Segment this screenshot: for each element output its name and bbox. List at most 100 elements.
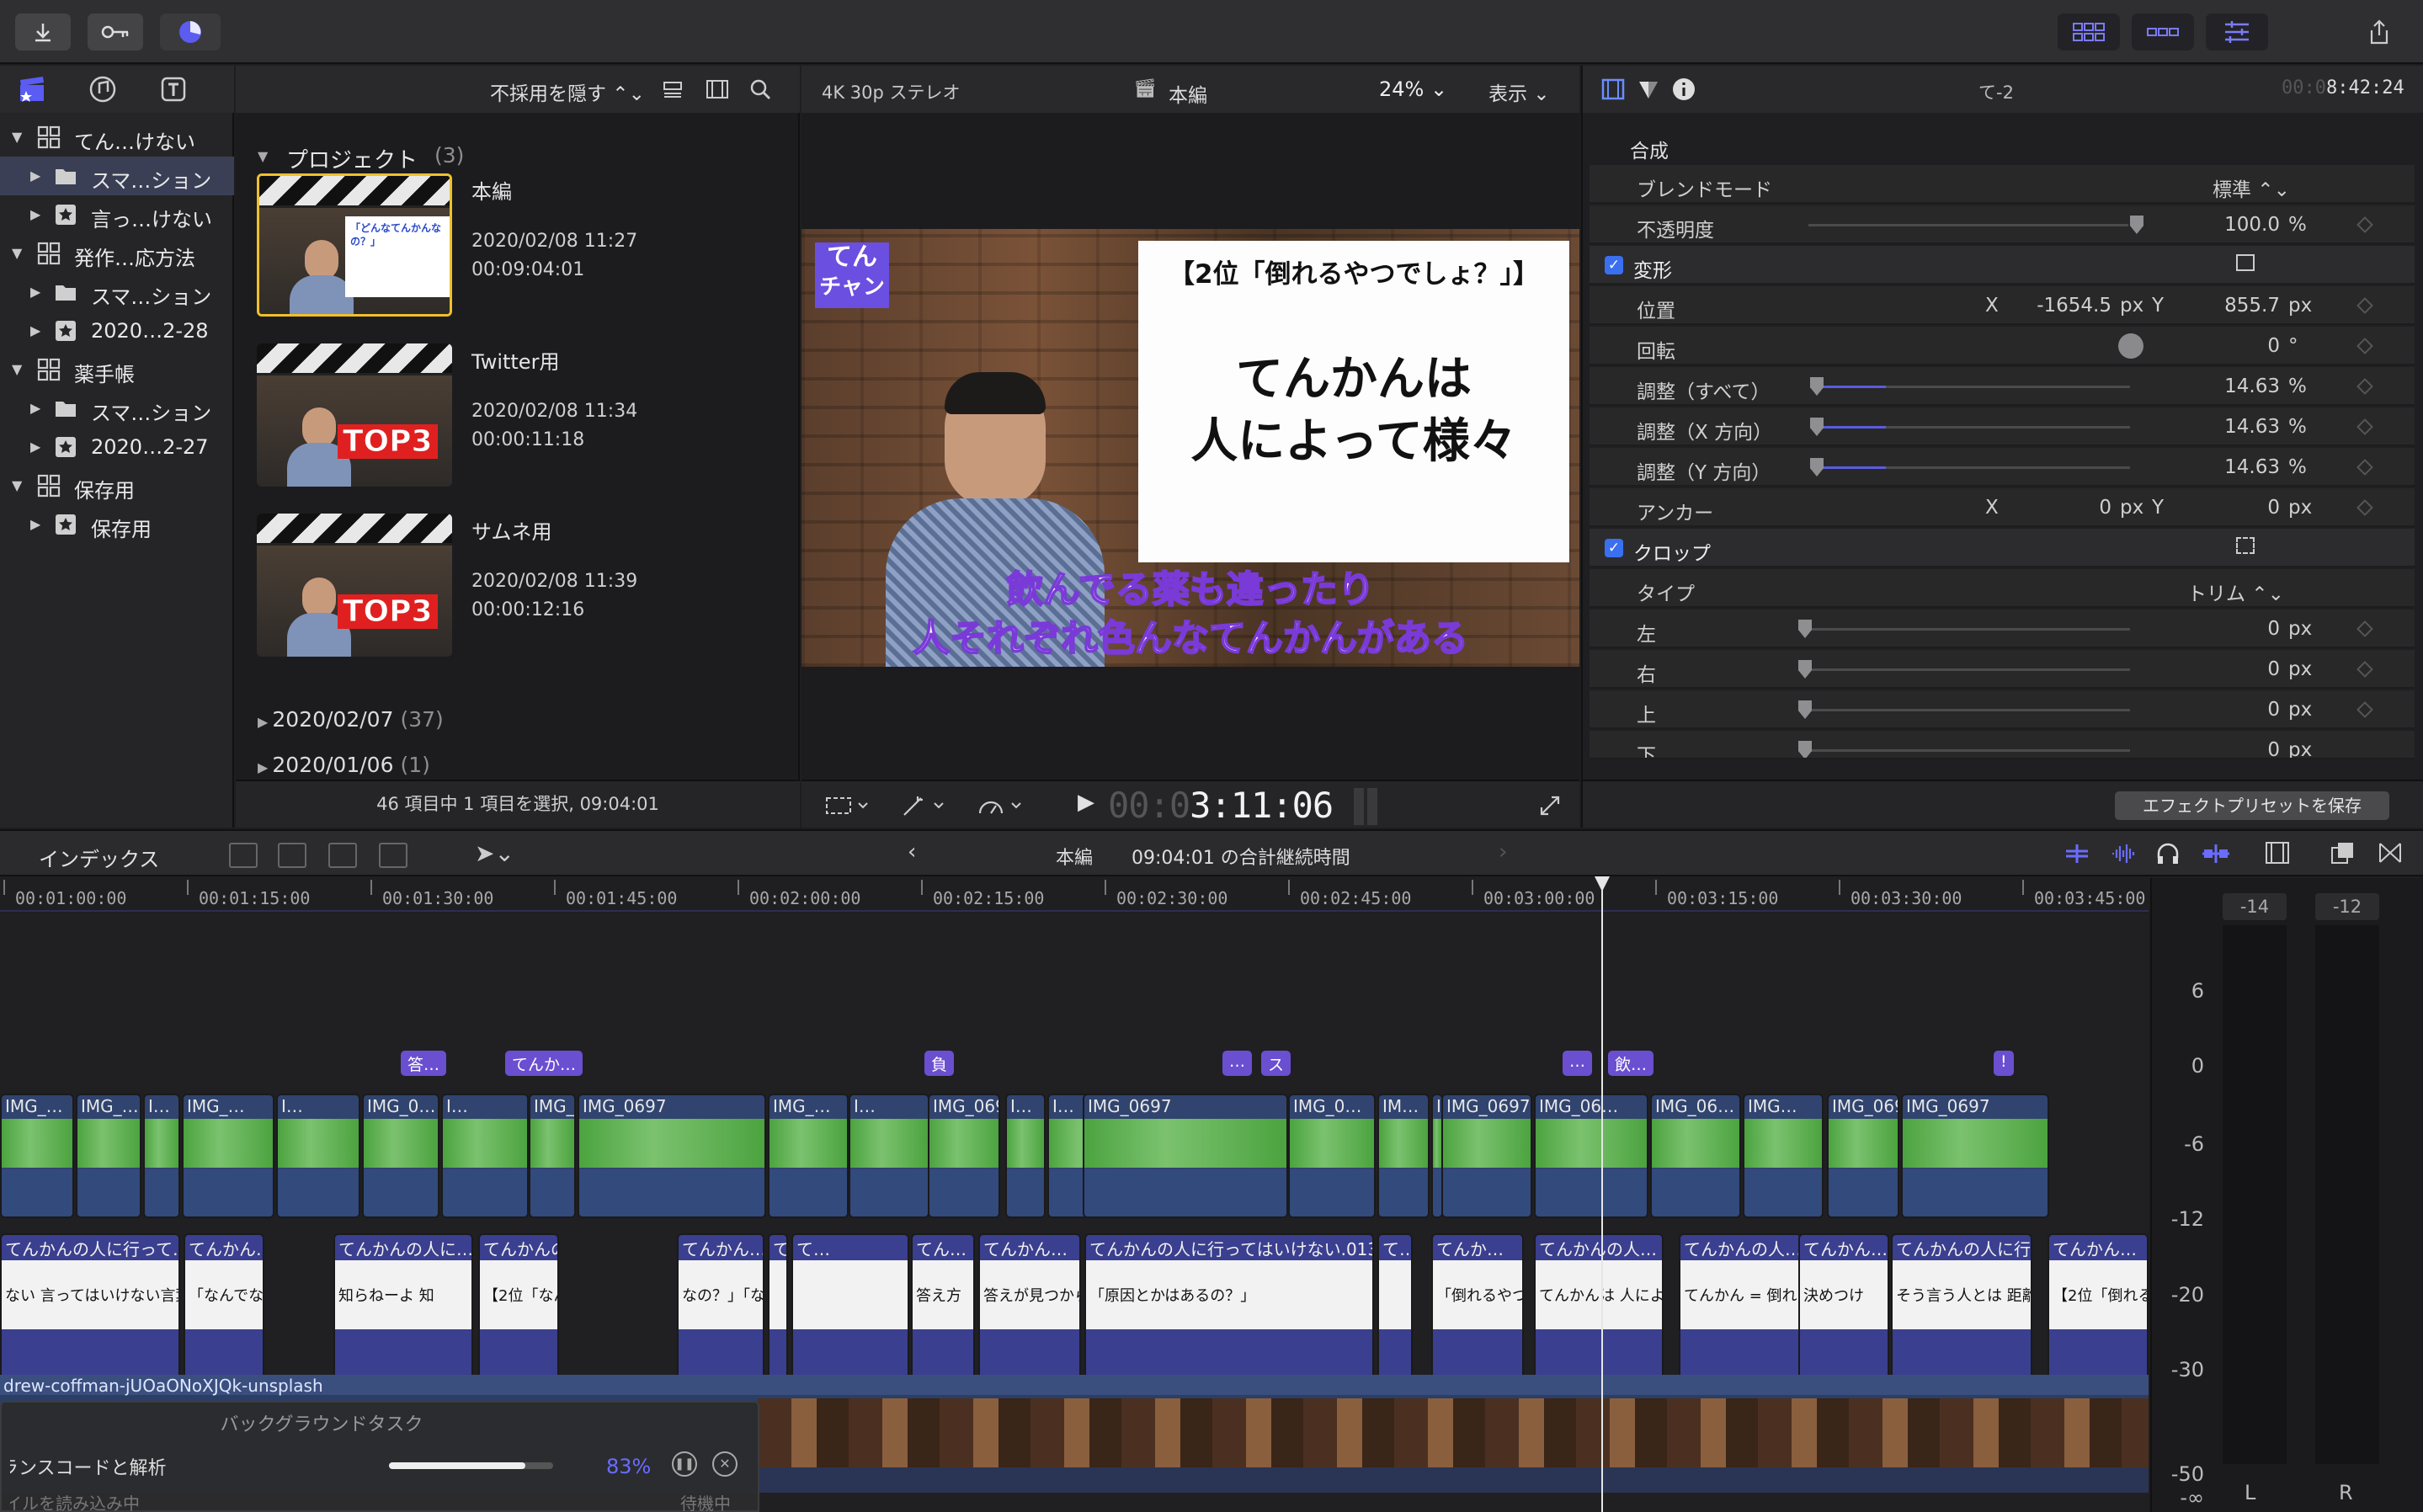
overwrite-clip-button[interactable] [379,843,407,868]
transform-onscreen-icon[interactable] [2236,254,2255,271]
playhead[interactable] [1601,876,1603,1512]
video-clip[interactable]: IMG_0697 [578,1094,766,1218]
insert-clip-button[interactable] [278,843,306,868]
project-thumbnail[interactable]: TOP3 [257,514,452,657]
library-item[interactable]: ▶ 2020…2-28 [0,311,234,350]
crop-left-slider[interactable] [1810,628,2130,631]
snapping-button[interactable] [2199,843,2233,865]
color-inspector-tab[interactable] [1635,76,1662,103]
save-effects-preset-button[interactable]: エフェクトプリセットを保存 [2115,791,2389,820]
anchor-x-value[interactable]: 0 [2010,497,2111,519]
scale-y-value[interactable]: 14.63 [2179,456,2280,478]
view-menu[interactable]: 表示 ⌄ [1488,77,1550,106]
video-clip[interactable]: IMG_0697 [1901,1094,2049,1218]
video-clip[interactable]: IMG_0… [362,1094,439,1218]
disclosure-icon[interactable]: ▼ [12,477,22,493]
crop-right-value[interactable]: 0 [2179,658,2280,680]
crop-right-knob[interactable] [1798,660,1812,679]
disclosure-icon[interactable]: ▶ [30,168,40,184]
timeline-index-button[interactable]: インデックス [39,843,159,872]
crop-left-value[interactable]: 0 [2179,618,2280,640]
date-group-1[interactable]: ▶ 2020/01/06 (1) [258,753,430,777]
timeline-marker[interactable]: ! [1994,1051,2014,1076]
opacity-knob[interactable] [2130,216,2143,234]
video-clip[interactable]: IMG_… [768,1094,849,1218]
video-clip[interactable]: IMG_0… [1288,1094,1376,1218]
disclosure-icon[interactable]: ▶ [30,439,40,455]
photos-audio-tab[interactable] [84,72,121,106]
anchor-y-value[interactable]: 0 [2179,497,2280,519]
video-inspector-tab[interactable] [1600,76,1627,103]
transitions-browser-button[interactable] [2378,841,2404,866]
library-item[interactable]: ▼ 薬手帳 [0,350,234,389]
timeline-marker[interactable]: 負 [924,1051,955,1076]
video-clip[interactable]: IMG_… [0,1094,74,1218]
crop-bottom-value[interactable]: 0 [2179,739,2280,758]
disclosure-icon[interactable]: ▶ [30,284,40,300]
section-disclosure-icon[interactable]: ▼ [258,148,268,164]
keyframe-diamond-icon[interactable] [2356,661,2373,678]
timeline-marker[interactable]: 答… [401,1051,447,1076]
blend-mode-popup[interactable]: 標準 ⌃⌄ [2213,173,2290,202]
crop-bottom-slider[interactable] [1810,749,2130,752]
forward-button[interactable]: › [1499,839,1507,865]
opacity-value[interactable]: 100.0 [2179,214,2280,236]
library-item[interactable]: ▼ てん…けない [0,118,234,157]
crop-checkbox[interactable]: ✓ [1605,539,1623,557]
video-clip[interactable]: IMG_… [529,1094,576,1218]
timeline[interactable]: 答… てんか… 負 … ス … 飲…! IMG_… IMG_… I… IMG_… I… IMG_0… I… [0,876,2149,1512]
opacity-slider[interactable] [1808,224,2128,226]
scale-x-value[interactable]: 14.63 [2179,416,2280,438]
library-item[interactable]: ▼ 発作…応方法 [0,234,234,273]
library-item[interactable]: ▶ スマ…ション [0,157,234,195]
info-inspector-tab[interactable] [1670,76,1697,103]
video-clip[interactable]: IMG_06… [1534,1094,1648,1218]
timeline-ruler[interactable]: 00:01:00:00 00:01:15:00 00:01:30:00 00:01:4… [0,878,2149,912]
video-clip[interactable]: IMG_06… [1650,1094,1741,1218]
keywords-button[interactable] [88,13,143,51]
effects-browser-button[interactable] [2330,841,2357,866]
crop-top-value[interactable]: 0 [2179,699,2280,721]
keyframe-diamond-icon[interactable] [2356,459,2373,476]
timeline-marker[interactable]: … [1563,1051,1592,1076]
disclosure-icon[interactable]: ▶ [30,400,40,416]
fullscreen-button[interactable] [1536,791,1564,820]
keyframe-diamond-icon[interactable] [2356,378,2373,395]
scale-y-knob[interactable] [1810,458,1824,476]
transform-menu[interactable] [820,791,874,820]
crop-left-knob[interactable] [1798,620,1812,638]
keyframe-diamond-icon[interactable] [2356,297,2373,314]
scale-x-knob[interactable] [1810,418,1824,436]
video-clip[interactable]: IMG_0697 [1083,1094,1288,1218]
show-inspector-button[interactable] [2206,13,2268,51]
project-thumbnail[interactable]: TOP3 [257,343,452,487]
rotation-value[interactable]: 0 [2179,335,2280,357]
zoom-menu[interactable]: 24% ⌄ [1379,77,1447,101]
clip-appearance-button-tl[interactable] [2265,841,2292,866]
keyframe-diamond-icon[interactable] [2356,418,2373,435]
rotation-dial[interactable] [2118,333,2143,359]
disclosure-icon[interactable]: ▼ [12,129,22,145]
select-tool-menu[interactable]: ➤⌄ [475,839,514,867]
crop-top-slider[interactable] [1810,709,2130,711]
play-button[interactable]: ▶ [1078,790,1094,815]
scale-all-knob[interactable] [1810,377,1824,396]
disclosure-icon[interactable]: ▼ [12,245,22,261]
timeline-marker[interactable]: … [1222,1051,1252,1076]
retime-menu[interactable] [973,791,1027,820]
video-clip[interactable]: IMG_0697 [1441,1094,1532,1218]
import-button[interactable] [15,13,71,51]
solo-button[interactable] [2155,841,2181,866]
crop-top-knob[interactable] [1798,700,1812,719]
video-clip[interactable]: IMG_… [76,1094,141,1218]
disclosure-icon[interactable]: ▼ [12,361,22,377]
timeline-marker[interactable]: ス [1261,1051,1291,1076]
cancel-icon[interactable]: ✕ [712,1451,738,1477]
keyframe-diamond-icon[interactable] [2356,499,2373,516]
keyframe-diamond-icon[interactable] [2356,620,2373,637]
audio-skimming-button[interactable] [2110,843,2138,865]
scale-all-value[interactable]: 14.63 [2179,375,2280,397]
project-thumbnail[interactable]: 「どんなてんかんなの？」 [257,173,452,317]
position-x-value[interactable]: -1654.5 [2010,295,2111,317]
back-button[interactable]: ‹ [908,839,916,865]
